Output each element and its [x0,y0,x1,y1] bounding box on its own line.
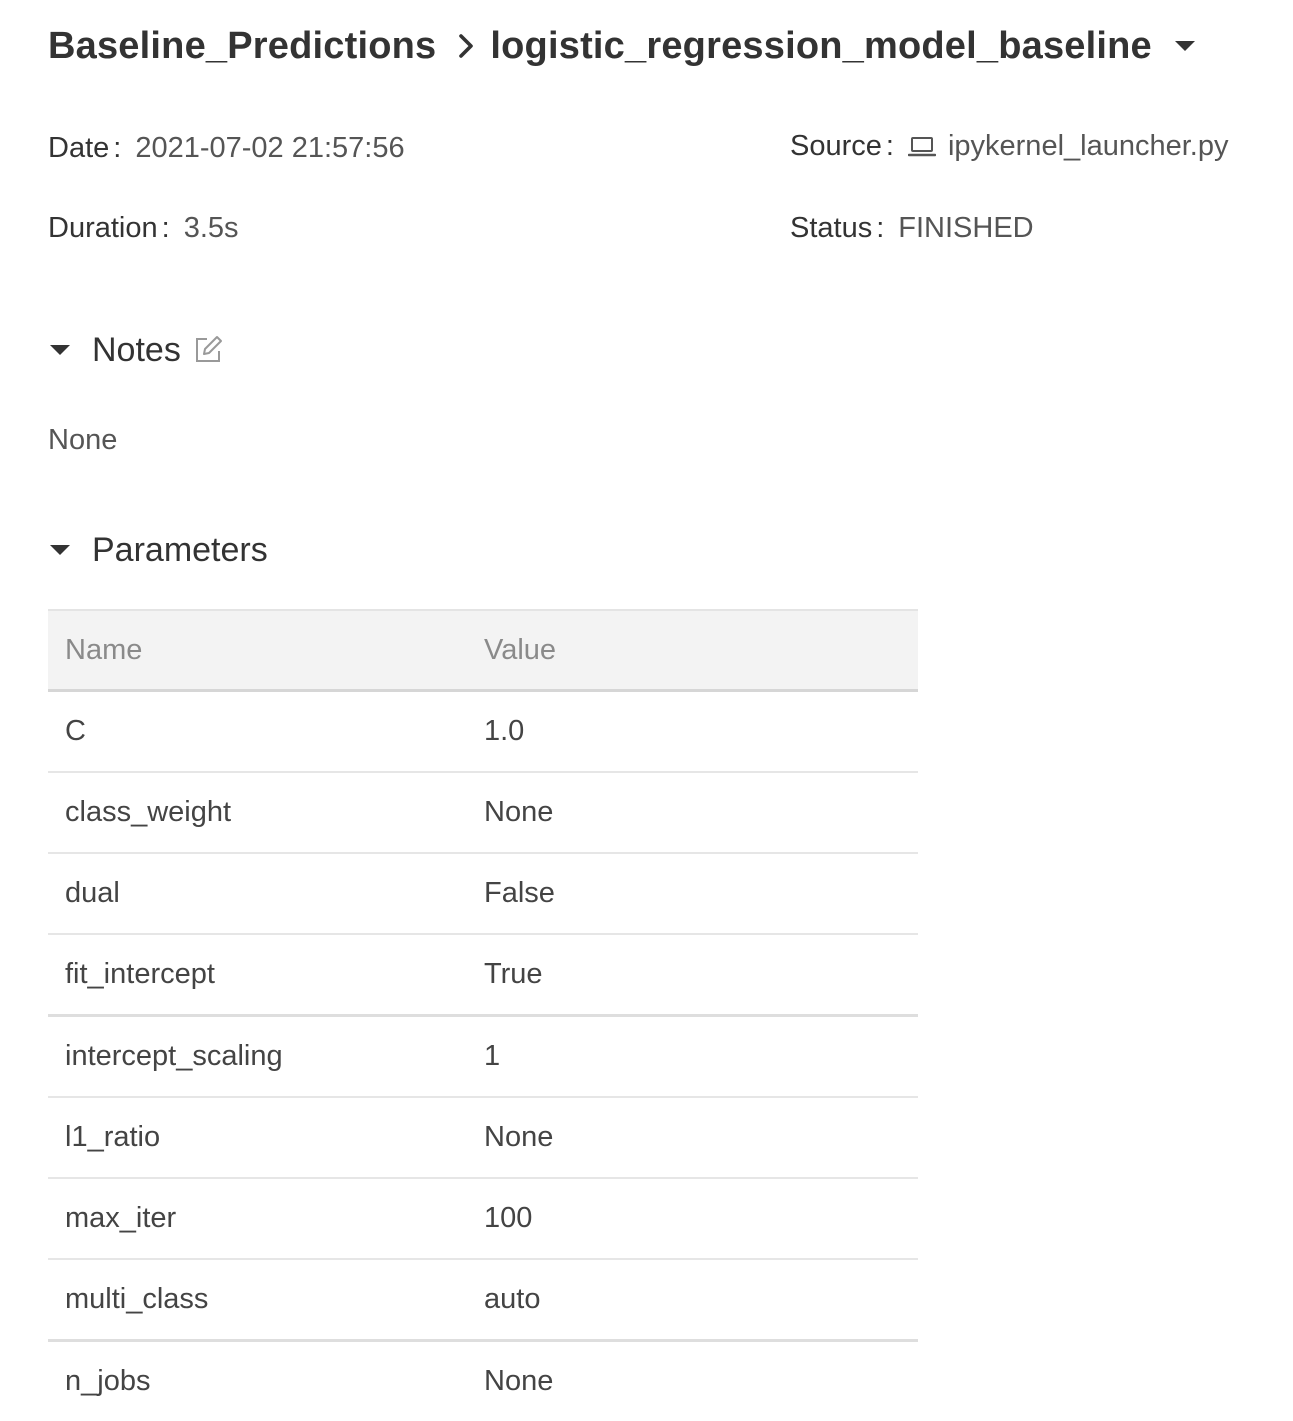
table-row: fit_intercept True [48,935,918,1017]
caret-down-icon [48,538,72,562]
table-row: intercept_scaling 1 [48,1017,918,1098]
table-row: n_jobs None [48,1342,918,1421]
run-dropdown-button[interactable] [1174,18,1198,74]
chevron-right-icon [456,18,476,74]
column-header-value[interactable]: Value [484,634,918,667]
date-colon: : [113,132,122,164]
param-name: max_iter [65,1202,177,1234]
param-name: C [65,715,86,747]
parameters-table: Name Value C 1.0 class_weight None dual … [48,609,918,1421]
table-header-row: Name Value [48,611,918,692]
caret-down-icon [48,338,72,362]
table-row: C 1.0 [48,692,918,773]
breadcrumb-experiment-link[interactable]: Baseline_Predictions [48,25,436,68]
notes-content: None [48,424,118,456]
table-row: max_iter 100 [48,1179,918,1260]
duration-colon: : [161,212,170,244]
param-value: None [484,1365,554,1397]
status-field: Status : FINISHED [790,212,1034,245]
param-name: dual [65,877,120,909]
param-value: None [484,796,554,828]
notes-section-toggle[interactable]: Notes [48,326,223,374]
caret-down-icon [1174,39,1196,53]
column-header-name[interactable]: Name [48,634,484,667]
param-name: fit_intercept [65,958,215,990]
table-row: l1_ratio None [48,1098,918,1179]
param-name: multi_class [65,1283,209,1315]
duration-label: Duration [48,212,158,244]
status-colon: : [876,212,885,244]
status-value: FINISHED [898,212,1034,244]
source-field: Source : ipykernel_launcher.py [790,130,1228,163]
duration-value: 3.5s [183,212,239,244]
parameters-title: Parameters [92,530,268,569]
param-value: True [484,958,543,990]
param-value: False [484,877,555,909]
param-value: 100 [484,1202,533,1234]
date-value: 2021-07-02 21:57:56 [135,132,405,164]
date-label: Date [48,132,110,164]
param-value: None [484,1121,554,1153]
param-name: intercept_scaling [65,1040,283,1072]
table-row: multi_class auto [48,1260,918,1342]
source-label: Source [790,130,882,162]
parameters-section-toggle[interactable]: Parameters [48,526,268,574]
table-row: class_weight None [48,773,918,854]
status-label: Status [790,212,873,244]
edit-icon[interactable] [193,335,223,365]
param-value: 1 [484,1040,501,1072]
param-value: 1.0 [484,715,525,747]
date-field: Date : 2021-07-02 21:57:56 [48,132,405,165]
param-value: auto [484,1283,541,1315]
table-row: dual False [48,854,918,935]
duration-field: Duration : 3.5s [48,212,239,245]
source-link[interactable]: ipykernel_launcher.py [948,130,1229,163]
breadcrumb: Baseline_Predictions logistic_regression… [48,18,1198,74]
param-name: l1_ratio [65,1121,161,1153]
param-name: n_jobs [65,1365,151,1397]
param-name: class_weight [65,796,232,828]
source-colon: : [885,130,894,162]
notes-title: Notes [92,330,181,369]
breadcrumb-run-title: logistic_regression_model_baseline [490,24,1152,67]
laptop-icon [907,133,936,161]
